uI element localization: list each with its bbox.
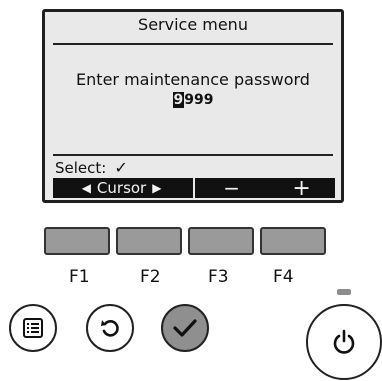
select-hint: Select: ✓ — [55, 158, 128, 177]
return-icon — [101, 320, 119, 337]
check-icon: ✓ — [114, 158, 128, 177]
password-cursor-digit[interactable]: 9 — [172, 92, 185, 108]
f4-label: F4 — [273, 267, 294, 287]
f3-key[interactable] — [188, 227, 254, 255]
power-icon — [333, 329, 355, 354]
menu-icon — [23, 318, 43, 338]
guide-separator — [193, 178, 196, 198]
right-arrow-icon: ▶ — [152, 181, 162, 195]
f3-label: F3 — [208, 267, 229, 287]
password-prompt: Enter maintenance password — [76, 70, 310, 89]
cursor-guide: ◀ Cursor ▶ — [53, 178, 191, 198]
f2-key[interactable] — [116, 227, 182, 255]
check-icon — [173, 319, 197, 337]
select-label: Select: — [55, 159, 107, 177]
operation-lamp — [337, 289, 351, 295]
screen-title: Service menu — [138, 15, 248, 34]
select-button[interactable] — [161, 304, 209, 352]
lcd-screen: Service menu Enter maintenance password … — [42, 9, 344, 203]
f1-label: F1 — [69, 267, 90, 287]
plus-guide: + — [268, 176, 335, 201]
title-divider — [53, 43, 333, 45]
minus-guide: − — [198, 176, 266, 200]
f4-key[interactable] — [260, 227, 326, 255]
footer-divider — [53, 154, 333, 156]
f2-label: F2 — [140, 267, 161, 287]
left-arrow-icon: ◀ — [81, 181, 91, 195]
password-remaining-digits: 999 — [184, 92, 214, 108]
password-value[interactable]: 9999 — [45, 92, 341, 108]
on-off-button[interactable] — [306, 304, 382, 380]
menu-button[interactable] — [9, 304, 57, 352]
function-keys — [44, 227, 326, 255]
cursor-label: Cursor — [96, 179, 147, 197]
return-button[interactable] — [86, 304, 134, 352]
f1-key[interactable] — [44, 227, 110, 255]
function-guide-bar: ◀ Cursor ▶ − + — [53, 176, 335, 201]
